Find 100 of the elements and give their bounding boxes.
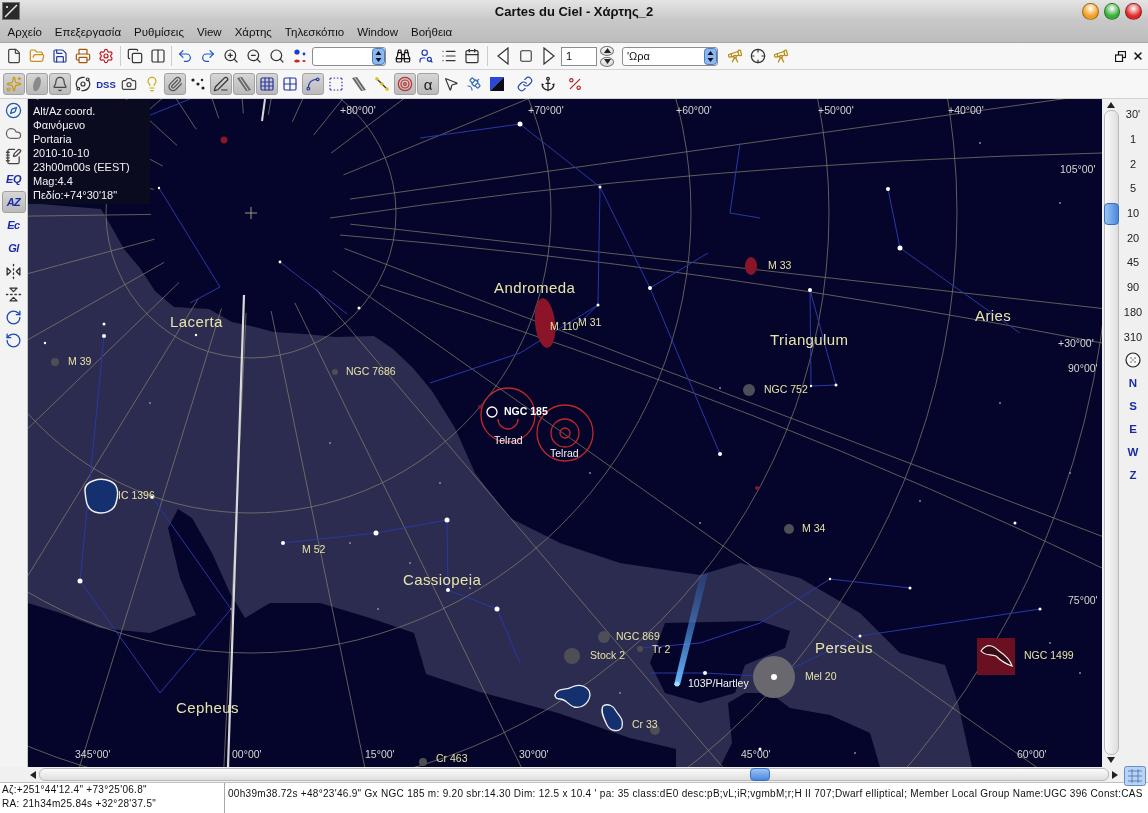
- info-line: Portaria: [33, 132, 73, 146]
- object-label: Tr 2: [652, 644, 671, 656]
- grid-label: 00°00': [232, 749, 262, 761]
- camera-icon: [121, 76, 137, 92]
- toolbar-button[interactable]: [49, 73, 71, 95]
- crosshair-icon: [750, 48, 766, 64]
- galaxy-marker: [745, 257, 757, 275]
- constellation-name: Cassiopeia: [403, 571, 482, 589]
- star-dot: [478, 405, 482, 409]
- toolbar-button[interactable]: [302, 73, 324, 95]
- restore-icon[interactable]: [1115, 50, 1126, 62]
- zoom-level-button[interactable]: 30': [1119, 102, 1147, 127]
- windows-icon: [127, 48, 143, 64]
- grid-label: +30°00': [1058, 338, 1094, 350]
- info-line: Mag:4.4: [33, 174, 74, 188]
- zoom-level-button[interactable]: 10: [1119, 200, 1147, 226]
- object-label: NGC 1499: [1024, 650, 1074, 662]
- toolbar-button[interactable]: Gl: [1, 237, 26, 259]
- spin-up-button[interactable]: [600, 45, 614, 56]
- list-icon: [441, 48, 457, 64]
- menu-item[interactable]: Τηλεσκόπιο: [278, 22, 351, 42]
- close-button[interactable]: [1125, 2, 1142, 20]
- compass-icon: [5, 101, 22, 119]
- menu-item[interactable]: Χάρτης: [228, 22, 279, 42]
- gear-icon: [98, 48, 114, 64]
- cluster-disc: [598, 631, 610, 643]
- zoom-level-button[interactable]: 2: [1119, 151, 1147, 177]
- page-number-field[interactable]: 1: [561, 46, 597, 66]
- object-label: Cr 33: [632, 719, 658, 731]
- zoom-level-button[interactable]: 5: [1119, 176, 1147, 201]
- toolbar-button[interactable]: AZ: [1, 191, 26, 213]
- time-unit-combo[interactable]: 'Ωρα: [622, 46, 718, 66]
- flip-horizontal-icon: [5, 262, 22, 280]
- nebula-marker: [977, 638, 1015, 675]
- direction-button[interactable]: W: [1119, 440, 1147, 464]
- horizontal-scrollbar[interactable]: [39, 768, 1109, 781]
- zenith-cross-icon: [244, 206, 258, 220]
- selection-circle-icon: [486, 406, 498, 418]
- zoom-level-button[interactable]: 45: [1119, 250, 1147, 275]
- toolbar-button[interactable]: Ec: [1, 214, 26, 236]
- scrollbar-thumb[interactable]: [750, 768, 770, 781]
- grid-label: +70°00': [528, 105, 564, 117]
- combo-box[interactable]: [312, 46, 386, 66]
- zoom-level-button[interactable]: 90: [1119, 274, 1147, 300]
- menu-item[interactable]: Ρυθμίσεις: [127, 22, 191, 42]
- coordinates-text: Αζ:+251°44'12.4" +73°25'06.8": [2, 783, 148, 797]
- cluster-disc: [784, 524, 794, 534]
- galaxy-marker: [534, 298, 556, 348]
- menu-item[interactable]: Βοήθεια: [404, 22, 459, 42]
- nebula-outline: [601, 704, 624, 732]
- info-line: Alt/Az coord.: [33, 104, 97, 118]
- object-label: M 34: [802, 523, 826, 535]
- rotate-cw-icon: [5, 308, 22, 326]
- left-arrow-icon[interactable]: [30, 770, 36, 779]
- object-label: Stock 2: [590, 650, 626, 662]
- menu-item[interactable]: View: [190, 22, 229, 42]
- zoom-level-button[interactable]: 1: [1119, 126, 1147, 152]
- toolbar-button[interactable]: [210, 73, 232, 95]
- toolbar-button[interactable]: DSS: [95, 73, 117, 95]
- down-arrow-icon[interactable]: [1107, 757, 1115, 763]
- half-square-icon: [490, 77, 504, 91]
- toolbar-button[interactable]: α: [417, 73, 439, 95]
- grid-label: +60°00': [676, 105, 712, 117]
- up-down-arrows-icon[interactable]: [372, 47, 385, 65]
- object-label: Telrad: [550, 448, 579, 460]
- window-title: Cartes du Ciel - Χάρτης_2: [494, 3, 654, 19]
- cluster-disc: [332, 369, 338, 375]
- close-icon[interactable]: [1132, 50, 1144, 62]
- zoom-level-button[interactable]: 20: [1119, 225, 1147, 251]
- cluster-disc: [419, 758, 427, 766]
- zoom-level-button[interactable]: 180: [1119, 299, 1147, 325]
- band-icon: [236, 76, 252, 92]
- minimize-button[interactable]: [1082, 2, 1099, 20]
- direction-button[interactable]: S: [1119, 394, 1147, 418]
- object-label: M 31: [578, 317, 602, 329]
- binoculars-icon: [395, 48, 411, 64]
- menu-item[interactable]: Window: [350, 22, 405, 42]
- dotted-circle-icon[interactable]: [1125, 352, 1141, 369]
- constellation-name: Triangulum: [770, 331, 849, 349]
- direction-button[interactable]: E: [1119, 417, 1147, 441]
- slider-thumb[interactable]: [1103, 203, 1119, 225]
- left-triangle-icon: [497, 47, 509, 65]
- object-info-text: 00h39m38.72s +48°23'46.9" Gx NGC 185 m: 9.20 sbr:14.30 Dim: 12.5 x 10.4 ' pa: 35 class:dE0 desc:pB;vL;iR;vgmbM;r;H II 707;Dwarf elliptical; Member Local Group Name:UGC 396 Const:CAS: [228, 788, 1143, 799]
- maximize-button[interactable]: [1103, 2, 1121, 20]
- toolbar-button[interactable]: EQ: [1, 168, 26, 190]
- zoom-slider-track[interactable]: [1103, 110, 1119, 755]
- grid-icon: [259, 76, 275, 92]
- direction-button[interactable]: N: [1119, 371, 1147, 395]
- direction-button[interactable]: Z: [1119, 463, 1147, 487]
- up-arrow-icon[interactable]: [1107, 102, 1115, 108]
- user-search-icon: [418, 48, 434, 64]
- spin-down-button[interactable]: [600, 56, 614, 67]
- menu-item[interactable]: Επεξεργασία: [48, 22, 128, 42]
- right-arrow-icon[interactable]: [1112, 770, 1118, 779]
- ellipse-icon: [32, 76, 42, 92]
- up-down-arrows-icon[interactable]: [704, 47, 717, 65]
- dashed-square-icon: [328, 76, 344, 92]
- zoom-level-button[interactable]: 310: [1119, 324, 1147, 349]
- menu-item[interactable]: Αρχείο: [1, 22, 49, 42]
- nebula-outline: [554, 684, 591, 708]
